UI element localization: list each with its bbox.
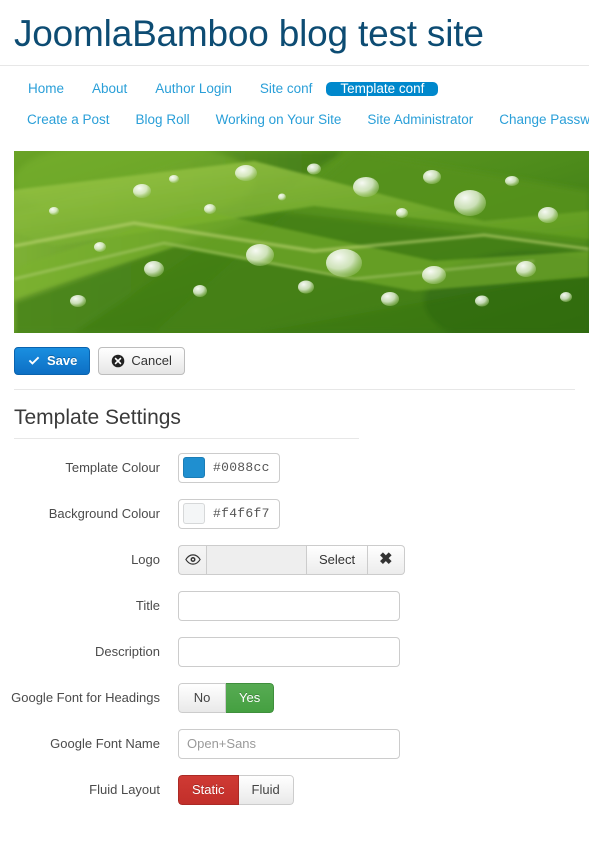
hero-illustration xyxy=(14,150,589,333)
form-actions: Save Cancel xyxy=(14,346,589,375)
nav-item-template-conf[interactable]: Template conf xyxy=(326,82,439,96)
nav-item-about[interactable]: About xyxy=(78,82,141,96)
nav-item-change-password[interactable]: Change Password xyxy=(486,113,589,127)
background-colour-field[interactable]: #f4f6f7 xyxy=(178,498,280,529)
logo-select-button[interactable]: Select xyxy=(306,544,369,575)
google-font-name-label: Google Font Name xyxy=(50,735,160,751)
template-settings-form: Template Colour #0088cc Background Colou… xyxy=(0,452,589,805)
form-row-logo: Logo Select ✖ xyxy=(0,544,589,575)
section-title: Template Settings xyxy=(14,405,181,429)
check-icon xyxy=(27,354,41,368)
main-navigation: Home About Author Login Site conf Templa… xyxy=(0,64,589,135)
eye-icon[interactable] xyxy=(178,544,206,575)
hero-image xyxy=(14,150,589,333)
save-button[interactable]: Save xyxy=(14,346,91,375)
nav-item-author-login[interactable]: Author Login xyxy=(141,82,246,96)
save-button-label: Save xyxy=(47,353,78,369)
title-input[interactable] xyxy=(178,590,400,621)
page-title: JoomlaBamboo blog test site xyxy=(14,13,484,54)
form-row-description: Description xyxy=(0,636,589,667)
fluid-layout-label: Fluid Layout xyxy=(89,781,160,797)
nav-row-secondary: Create a Post Blog Roll Working on Your … xyxy=(0,106,589,135)
template-colour-value: #0088cc xyxy=(213,460,270,476)
nav-item-working-on-your-site[interactable]: Working on Your Site xyxy=(203,113,355,127)
nav-row-primary: Home About Author Login Site conf Templa… xyxy=(0,73,589,106)
background-colour-value: #f4f6f7 xyxy=(213,506,270,522)
close-circle-icon xyxy=(111,354,125,368)
section-rule xyxy=(14,437,359,439)
page-root: JoomlaBamboo blog test site Home About A… xyxy=(0,0,589,847)
logo-path-input[interactable] xyxy=(206,544,306,575)
form-row-google-font-headings: Google Font for Headings No Yes xyxy=(0,682,589,713)
google-font-headings-option-no[interactable]: No xyxy=(178,682,226,713)
logo-input-group: Select ✖ xyxy=(178,544,405,575)
background-colour-swatch[interactable] xyxy=(183,503,205,525)
template-colour-label: Template Colour xyxy=(65,459,160,475)
title-label: Title xyxy=(135,597,160,613)
description-label: Description xyxy=(94,643,160,659)
background-colour-label: Background Colour xyxy=(48,505,160,521)
form-row-background-colour: Background Colour #f4f6f7 xyxy=(0,498,589,529)
logo-clear-button[interactable]: ✖ xyxy=(368,544,405,575)
fluid-layout-option-static[interactable]: Static xyxy=(178,774,239,805)
cancel-button-label: Cancel xyxy=(131,353,172,369)
nav-item-home[interactable]: Home xyxy=(14,82,78,96)
fluid-layout-option-fluid[interactable]: Fluid xyxy=(238,774,294,805)
close-icon: ✖ xyxy=(379,550,393,568)
nav-item-site-administrator[interactable]: Site Administrator xyxy=(354,113,486,127)
form-row-google-font-name: Google Font Name xyxy=(0,728,589,759)
logo-label: Logo xyxy=(131,551,160,567)
fluid-layout-toggle: Static Fluid xyxy=(178,774,294,805)
google-font-headings-toggle: No Yes xyxy=(178,682,275,713)
nav-item-create-a-post[interactable]: Create a Post xyxy=(14,113,123,127)
description-input[interactable] xyxy=(178,636,400,667)
cancel-button[interactable]: Cancel xyxy=(98,346,185,375)
nav-item-site-conf[interactable]: Site conf xyxy=(246,82,327,96)
form-row-title: Title xyxy=(0,590,589,621)
google-font-headings-option-yes[interactable]: Yes xyxy=(226,682,275,713)
nav-item-blog-roll[interactable]: Blog Roll xyxy=(123,113,203,127)
google-font-headings-label: Google Font for Headings xyxy=(11,689,160,705)
google-font-name-input[interactable] xyxy=(178,728,400,759)
form-row-template-colour: Template Colour #0088cc xyxy=(0,452,589,483)
form-row-fluid-layout: Fluid Layout Static Fluid xyxy=(0,774,589,805)
toolbar-divider xyxy=(14,388,575,390)
template-colour-field[interactable]: #0088cc xyxy=(178,452,280,483)
template-colour-swatch[interactable] xyxy=(183,457,205,479)
